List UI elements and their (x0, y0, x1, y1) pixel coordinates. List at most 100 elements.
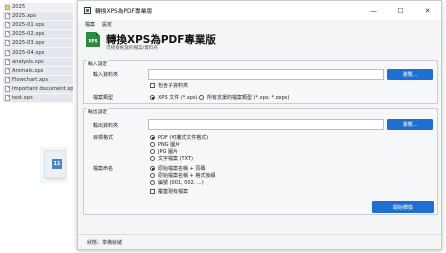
radio-button[interactable] (199, 95, 204, 100)
xps-file-icon (5, 31, 10, 38)
maximize-button[interactable]: ☐ (387, 1, 414, 20)
naming-option-label: 原始檔案名稱 + 格式後綴 (158, 173, 216, 179)
start-convert-button[interactable]: 開始轉換 (372, 201, 434, 213)
target-format-label: 目標格式 (93, 135, 114, 141)
close-button[interactable]: ✕ (414, 1, 441, 20)
output-settings-group: 輸出設定 輸出資料夾 瀏覽... 目標格式 PDF (可攜式文件格式) PNG … (83, 108, 438, 215)
include-subfolders-label: 包含子資料夾 (158, 83, 189, 89)
radio-button[interactable] (150, 173, 155, 178)
minimize-button[interactable]: — (360, 1, 387, 20)
xps-file-icon (5, 94, 10, 101)
format-option-label: 文字檔案 (TXT) (158, 156, 193, 162)
output-folder-label: 輸出資料夾 (93, 123, 119, 129)
file-item[interactable]: test.xps (3, 93, 73, 104)
app-window: 轉換XPS為PDF專業版 — ☐ ✕ 檔案 設定 XPS 轉換XPS為PDF專業… (77, 0, 442, 250)
output-folder-field[interactable] (148, 119, 384, 130)
xps-file-icon (5, 22, 10, 29)
desktop-file-icon[interactable]: 11 (40, 147, 68, 183)
file-item[interactable]: 2025-01.xps (3, 21, 73, 31)
format-radio-jpg[interactable]: JPG 圖片 (150, 148, 178, 155)
naming-radio-number[interactable]: 編號 (001, 002, ...) (150, 179, 204, 186)
naming-option-label: 原始檔案名稱 + 頁碼 (158, 166, 206, 172)
app-small-icon (84, 7, 91, 14)
file-name: 2025-03.xps (12, 40, 45, 47)
file-item[interactable]: Flowchart.xps (3, 75, 73, 85)
file-naming-label: 檔案命名 (93, 166, 114, 172)
status-text: 狀態：準備就緒 (87, 239, 123, 246)
naming-option-label: 編號 (001, 002, ...) (158, 180, 204, 186)
format-option-label: JPG 圖片 (158, 149, 178, 155)
checkbox-box[interactable] (150, 83, 155, 88)
menu-file[interactable]: 檔案 (85, 21, 95, 28)
file-item[interactable]: 2025.xps (3, 12, 73, 22)
checkbox-box[interactable] (150, 189, 155, 194)
folder-item[interactable]: 2025 (3, 3, 73, 13)
file-item[interactable]: 2025-04.xps (3, 48, 73, 58)
file-type-option-label: XPS 文件 (*.xps) (158, 95, 198, 101)
file-name: 2025 (12, 4, 26, 11)
window-title: 轉換XPS為PDF專業版 (95, 9, 153, 15)
overwrite-label: 覆蓋現有檔案 (158, 189, 189, 195)
file-name: Important document.xps (12, 85, 73, 92)
file-item[interactable]: 2025-02.xps (3, 30, 73, 40)
format-option-label: PDF (可攜式文件格式) (158, 135, 209, 141)
file-name: 2025-04.xps (12, 49, 45, 56)
logo-text: XPS (88, 39, 97, 44)
file-item[interactable]: 2025-03.xps (3, 39, 73, 49)
xps-file-icon (5, 58, 10, 65)
file-name: 2025.xps (12, 13, 36, 20)
window-controls: — ☐ ✕ (360, 1, 441, 20)
file-type-badge: 11 (52, 159, 62, 169)
xps-file-icon (5, 13, 10, 20)
input-browse-button[interactable]: 瀏覽... (387, 69, 433, 80)
input-folder-field[interactable] (148, 69, 384, 80)
xps-file-icon (5, 67, 10, 74)
file-item[interactable]: analysis.xps (3, 57, 73, 67)
output-browse-button[interactable]: 瀏覽... (387, 119, 433, 130)
folder-icon (5, 4, 10, 10)
radio-button[interactable] (150, 149, 155, 154)
format-option-label: PNG 圖片 (158, 142, 181, 148)
file-explorer-list: 2025 2025.xps 2025-01.xps 2025-02.xps 2025-0… (3, 3, 73, 104)
xps-file-icon (5, 85, 10, 92)
file-type-radio-all[interactable]: 所有支援的檔案類型 (*.xps; *.oxps) (199, 94, 289, 101)
file-type-radio-xps[interactable]: XPS 文件 (*.xps) (150, 94, 198, 101)
menu-bar: 檔案 設定 (78, 20, 441, 28)
title-bar[interactable]: 轉換XPS為PDF專業版 — ☐ ✕ (78, 1, 441, 20)
file-name: Animals.xps (12, 67, 44, 74)
input-settings-title: 輸入設定 (87, 60, 109, 67)
naming-radio-page[interactable]: 原始檔案名稱 + 頁碼 (150, 165, 205, 172)
radio-button[interactable] (150, 95, 155, 100)
xps-logo-icon: XPS (86, 32, 100, 47)
file-name: 2025-01.xps (12, 22, 45, 29)
file-type-label: 檔案類型 (93, 95, 114, 101)
desktop-icon-caption (46, 177, 64, 180)
file-name: 2025-02.xps (12, 31, 45, 38)
radio-button[interactable] (150, 156, 155, 161)
format-radio-pdf[interactable]: PDF (可攜式文件格式) (150, 134, 208, 141)
radio-button[interactable] (150, 142, 155, 147)
xps-file-icon (5, 49, 10, 56)
file-name: analysis.xps (12, 58, 44, 65)
xps-file-icon (5, 76, 10, 83)
file-item[interactable]: Animals.xps (3, 66, 73, 76)
naming-radio-suffix[interactable]: 原始檔案名稱 + 格式後綴 (150, 172, 215, 179)
format-radio-png[interactable]: PNG 圖片 (150, 141, 180, 148)
radio-button[interactable] (150, 180, 155, 185)
file-item[interactable]: Important document.xps (3, 84, 73, 94)
overwrite-checkbox[interactable]: 覆蓋現有檔案 (150, 188, 188, 195)
file-name: test.xps (12, 94, 33, 101)
xps-file-icon (5, 40, 10, 47)
status-bar: 狀態：準備就緒 (78, 234, 441, 249)
file-name: Flowchart.xps (12, 76, 49, 83)
radio-button[interactable] (150, 135, 155, 140)
app-header: XPS 轉換XPS為PDF專業版 可接受拖放的檔案/資料夾 (78, 28, 441, 55)
app-subtitle: 可接受拖放的檔案/資料夾 (106, 46, 159, 51)
file-type-option-label: 所有支援的檔案類型 (*.xps; *.oxps) (207, 95, 290, 101)
radio-button[interactable] (150, 166, 155, 171)
menu-settings[interactable]: 設定 (102, 21, 112, 28)
include-subfolders-checkbox[interactable]: 包含子資料夾 (150, 82, 188, 89)
input-folder-label: 輸入資料夾 (93, 72, 119, 78)
input-settings-group: 輸入設定 輸入資料夾 瀏覽... 包含子資料夾 檔案類型 XPS 文件 (*.x… (83, 60, 438, 104)
format-radio-txt[interactable]: 文字檔案 (TXT) (150, 155, 193, 162)
